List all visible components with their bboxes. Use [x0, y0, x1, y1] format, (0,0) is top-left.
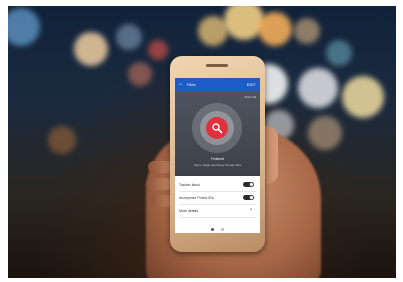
bokeh-light: [294, 18, 320, 44]
bokeh-light: [308, 116, 342, 150]
smartphone: ← Files EDIT Scan full Finished Tap to b…: [170, 56, 265, 252]
bokeh-light: [74, 32, 108, 66]
settings-row-tracker[interactable]: Tracker block: [179, 179, 256, 192]
search-icon: [212, 123, 223, 134]
settings-row-more[interactable]: More details ›: [179, 205, 256, 218]
app-bar: ← Files EDIT: [175, 78, 260, 91]
bokeh-light: [148, 40, 168, 60]
app-title: Files: [187, 82, 196, 87]
scan-button[interactable]: [206, 117, 228, 139]
finger: [146, 178, 172, 190]
bokeh-light: [8, 8, 40, 46]
phone-speaker: [206, 64, 228, 67]
toggle-knob: [249, 182, 254, 187]
settings-row-label: More details: [179, 209, 199, 213]
bokeh-light: [116, 24, 142, 50]
chevron-right-icon: ›: [250, 207, 252, 213]
photo-background: ← Files EDIT Scan full Finished Tap to b…: [8, 6, 396, 278]
hero-subcaption: Tap to begin searching through files: [193, 163, 242, 167]
hero-caption: Finished: [210, 157, 225, 161]
scan-hero: Scan full Finished Tap to begin searchin…: [175, 91, 260, 176]
bokeh-light: [298, 68, 338, 108]
page-dot[interactable]: [211, 228, 215, 231]
settings-row-label: Anonymize Phone IDs: [179, 196, 214, 200]
hero-subtitle: Scan full: [244, 95, 256, 99]
toggle-knob: [249, 195, 254, 200]
settings-row-anonymize[interactable]: Anonymize Phone IDs: [179, 192, 256, 205]
tracker-toggle[interactable]: [243, 182, 254, 187]
settings-row-label: Tracker block: [179, 183, 200, 187]
bokeh-light: [128, 62, 152, 86]
bokeh-light: [326, 40, 352, 66]
bokeh-light: [48, 126, 76, 154]
anonymize-toggle[interactable]: [243, 195, 254, 200]
back-arrow-icon[interactable]: ←: [178, 81, 184, 87]
page-indicator: [175, 218, 260, 233]
bokeh-light: [258, 12, 292, 46]
bokeh-light: [342, 76, 384, 118]
edit-button[interactable]: EDIT: [247, 82, 256, 87]
page-dot[interactable]: [220, 228, 224, 231]
phone-screen: ← Files EDIT Scan full Finished Tap to b…: [175, 78, 260, 233]
